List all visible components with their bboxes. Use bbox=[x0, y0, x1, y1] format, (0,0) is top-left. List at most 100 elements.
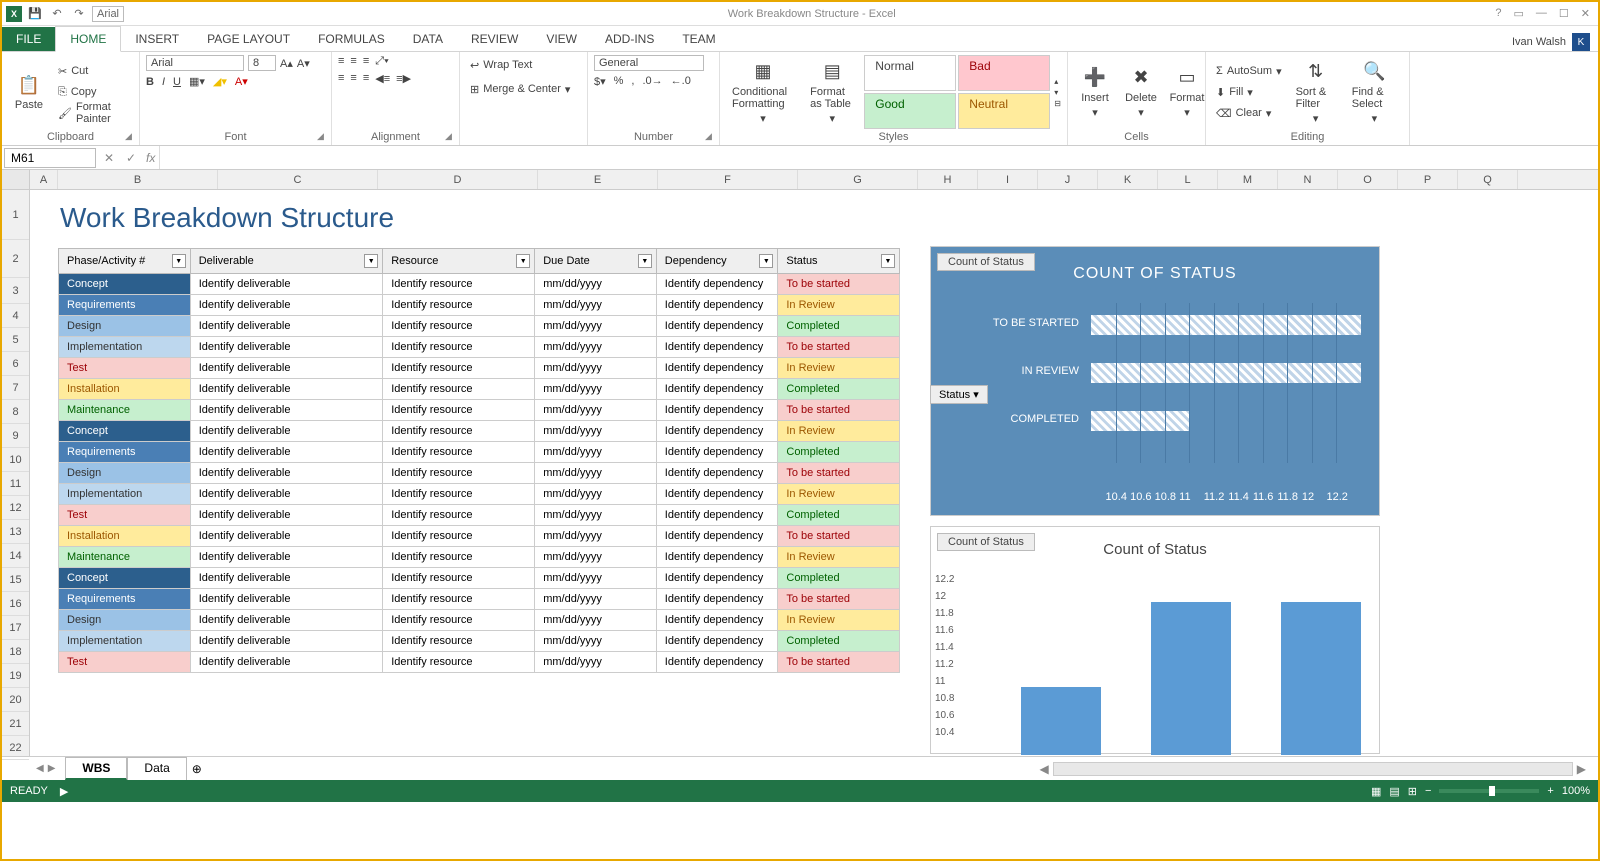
font-color-icon[interactable]: A▾ bbox=[235, 75, 248, 88]
minimize-icon[interactable]: — bbox=[1536, 7, 1547, 20]
table-row[interactable]: ImplementationIdentify deliverableIdenti… bbox=[59, 631, 900, 652]
sheet-tab-wbs[interactable]: WBS bbox=[65, 757, 127, 780]
row-6[interactable]: 6 bbox=[2, 352, 29, 376]
ribbon-tab-add-ins[interactable]: ADD-INS bbox=[591, 27, 668, 51]
close-icon[interactable]: ✕ bbox=[1581, 7, 1590, 20]
row-11[interactable]: 11 bbox=[2, 472, 29, 496]
table-row[interactable]: MaintenanceIdentify deliverableIdentify … bbox=[59, 547, 900, 568]
indent-inc-icon[interactable]: ≡▶ bbox=[396, 72, 411, 85]
filter-dropdown-icon[interactable]: ▼ bbox=[638, 254, 652, 268]
normal-view-icon[interactable]: ▦ bbox=[1371, 785, 1381, 798]
format-painter-button[interactable]: 🖌Format Painter bbox=[54, 103, 133, 123]
row-8[interactable]: 8 bbox=[2, 400, 29, 424]
table-row[interactable]: RequirementsIdentify deliverableIdentify… bbox=[59, 295, 900, 316]
paste-button[interactable]: 📋 Paste bbox=[8, 55, 50, 129]
th-due-date[interactable]: Due Date▼ bbox=[535, 249, 657, 274]
table-row[interactable]: InstallationIdentify deliverableIdentify… bbox=[59, 379, 900, 400]
table-row[interactable]: RequirementsIdentify deliverableIdentify… bbox=[59, 442, 900, 463]
col-H[interactable]: H bbox=[918, 170, 978, 189]
formula-input[interactable] bbox=[159, 146, 1598, 169]
table-row[interactable]: RequirementsIdentify deliverableIdentify… bbox=[59, 589, 900, 610]
col-N[interactable]: N bbox=[1278, 170, 1338, 189]
qat-font[interactable]: Arial bbox=[92, 6, 124, 22]
currency-icon[interactable]: $▾ bbox=[594, 75, 606, 88]
format-as-table-button[interactable]: ▤Format as Table▾ bbox=[804, 55, 860, 129]
redo-icon[interactable]: ↷ bbox=[70, 5, 88, 23]
row-20[interactable]: 20 bbox=[2, 688, 29, 712]
row-7[interactable]: 7 bbox=[2, 376, 29, 400]
table-row[interactable]: TestIdentify deliverableIdentify resourc… bbox=[59, 358, 900, 379]
ribbon-tab-home[interactable]: HOME bbox=[55, 26, 121, 52]
zoom-out-icon[interactable]: − bbox=[1425, 785, 1431, 797]
row-9[interactable]: 9 bbox=[2, 424, 29, 448]
table-row[interactable]: ConceptIdentify deliverableIdentify reso… bbox=[59, 274, 900, 295]
undo-icon[interactable]: ↶ bbox=[48, 5, 66, 23]
table-row[interactable]: DesignIdentify deliverableIdentify resou… bbox=[59, 610, 900, 631]
table-row[interactable]: InstallationIdentify deliverableIdentify… bbox=[59, 526, 900, 547]
align-right-icon[interactable]: ≡ bbox=[363, 72, 369, 85]
fill-color-icon[interactable]: ◢▾ bbox=[213, 75, 227, 88]
row-19[interactable]: 19 bbox=[2, 664, 29, 688]
ribbon-tab-insert[interactable]: INSERT bbox=[121, 27, 193, 51]
zoom-level[interactable]: 100% bbox=[1562, 785, 1590, 797]
save-icon[interactable]: 💾 bbox=[26, 5, 44, 23]
table-row[interactable]: TestIdentify deliverableIdentify resourc… bbox=[59, 505, 900, 526]
th-dependency[interactable]: Dependency▼ bbox=[656, 249, 778, 274]
style-neutral[interactable]: Neutral bbox=[958, 93, 1050, 129]
font-size-input[interactable]: 8 bbox=[248, 55, 276, 71]
chart-tab[interactable]: Count of Status bbox=[937, 253, 1035, 271]
row-22[interactable]: 22 bbox=[2, 736, 29, 760]
add-sheet-button[interactable]: ⊕ bbox=[187, 762, 207, 776]
col-A[interactable]: A bbox=[30, 170, 58, 189]
find-select-button[interactable]: 🔍Find & Select▾ bbox=[1346, 55, 1403, 129]
row-4[interactable]: 4 bbox=[2, 304, 29, 328]
maximize-icon[interactable]: ☐ bbox=[1559, 7, 1569, 20]
number-format-select[interactable]: General bbox=[594, 55, 704, 71]
col-M[interactable]: M bbox=[1218, 170, 1278, 189]
fx-icon[interactable]: fx bbox=[142, 151, 159, 165]
ribbon-tab-formulas[interactable]: FORMULAS bbox=[304, 27, 399, 51]
table-row[interactable]: ImplementationIdentify deliverableIdenti… bbox=[59, 484, 900, 505]
th-phase-activity--[interactable]: Phase/Activity #▼ bbox=[59, 249, 191, 274]
launcher-icon[interactable]: ◢ bbox=[705, 131, 717, 143]
hscroll-left-icon[interactable]: ◀ bbox=[1040, 762, 1049, 776]
clear-button[interactable]: ⌫Clear ▾ bbox=[1212, 103, 1286, 123]
horizontal-scrollbar[interactable] bbox=[1053, 762, 1573, 776]
row-13[interactable]: 13 bbox=[2, 520, 29, 544]
col-G[interactable]: G bbox=[798, 170, 918, 189]
row-16[interactable]: 16 bbox=[2, 592, 29, 616]
underline-button[interactable]: U bbox=[173, 76, 181, 88]
indent-dec-icon[interactable]: ◀≡ bbox=[375, 72, 390, 85]
tab-next-icon[interactable]: ▶ bbox=[48, 763, 56, 774]
ribbon-tab-review[interactable]: REVIEW bbox=[457, 27, 532, 51]
sheet-tab-data[interactable]: Data bbox=[127, 757, 186, 780]
merge-center-button[interactable]: ⊞Merge & Center ▾ bbox=[466, 79, 581, 99]
ribbon-tab-view[interactable]: VIEW bbox=[532, 27, 591, 51]
col-P[interactable]: P bbox=[1398, 170, 1458, 189]
filter-dropdown-icon[interactable]: ▼ bbox=[759, 254, 773, 268]
row-14[interactable]: 14 bbox=[2, 544, 29, 568]
row-15[interactable]: 15 bbox=[2, 568, 29, 592]
border-icon[interactable]: ▦▾ bbox=[189, 75, 205, 88]
col-I[interactable]: I bbox=[978, 170, 1038, 189]
style-down-icon[interactable]: ▾ bbox=[1054, 88, 1061, 97]
copy-button[interactable]: ⎘Copy bbox=[54, 82, 133, 102]
chart-tab[interactable]: Count of Status bbox=[937, 533, 1035, 551]
user-name[interactable]: Ivan Walsh bbox=[1512, 36, 1566, 48]
worksheet[interactable]: Work Breakdown Structure Phase/Activity … bbox=[30, 190, 1598, 756]
cancel-formula-icon[interactable]: ✕ bbox=[98, 151, 120, 165]
ribbon-tab-file[interactable]: FILE bbox=[2, 27, 55, 51]
style-up-icon[interactable]: ▴ bbox=[1054, 77, 1061, 86]
col-D[interactable]: D bbox=[378, 170, 538, 189]
grow-font-icon[interactable]: A▴ bbox=[280, 57, 293, 70]
avatar[interactable]: K bbox=[1572, 33, 1590, 51]
page-break-view-icon[interactable]: ⊞ bbox=[1408, 785, 1417, 798]
th-status[interactable]: Status▼ bbox=[778, 249, 900, 274]
delete-cells-button[interactable]: ✖Delete▾ bbox=[1120, 55, 1162, 129]
conditional-formatting-button[interactable]: ▦Conditional Formatting▾ bbox=[726, 55, 800, 129]
chart-count-status-blue[interactable]: Count of Status COUNT OF STATUS TO BE ST… bbox=[930, 246, 1380, 516]
row-10[interactable]: 10 bbox=[2, 448, 29, 472]
enter-formula-icon[interactable]: ✓ bbox=[120, 151, 142, 165]
ribbon-tab-team[interactable]: TEAM bbox=[668, 27, 729, 51]
filter-dropdown-icon[interactable]: ▼ bbox=[881, 254, 895, 268]
